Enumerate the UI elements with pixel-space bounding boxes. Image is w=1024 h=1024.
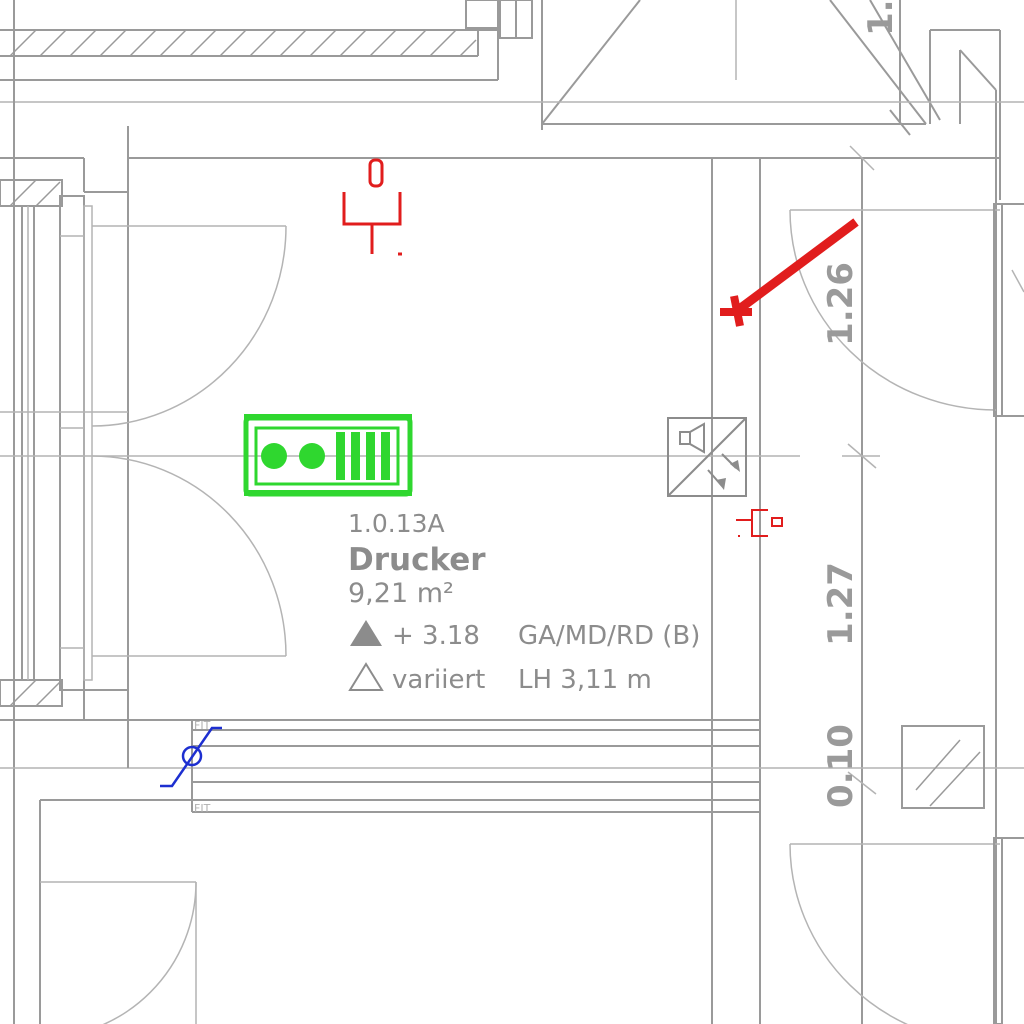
- level-top-icon: [350, 620, 382, 646]
- room-area: 9,21 m²: [348, 578, 454, 609]
- left-window: [0, 0, 128, 1024]
- dimension-1-27: 1.27: [821, 562, 861, 646]
- printer-symbol-icon: [243, 414, 413, 497]
- dimension-top-partial: 1.0: [861, 0, 901, 36]
- level-bottom-icon: [348, 662, 384, 691]
- room-walls: [0, 101, 1024, 720]
- room-finish-code: GA/MD/RD (B): [518, 621, 700, 651]
- fit-marker-top: FIT: [194, 719, 211, 732]
- lower-band: [0, 719, 1024, 1024]
- dimension-1-26: 1.26: [821, 262, 861, 346]
- room-name: Drucker: [348, 542, 486, 578]
- floor-plan: FIT FIT 1.0 1.26 1.27 0.10 1.0.13A Druck…: [0, 0, 1024, 1024]
- stair-shaft-top: [541, 0, 1001, 1024]
- dimension-0-10: 0.10: [821, 724, 861, 808]
- speaker-symbol-icon: [667, 417, 747, 497]
- top-wall: [0, 0, 533, 81]
- room-level-bottom: variiert: [392, 665, 485, 695]
- room-level-top: + 3.18: [392, 621, 480, 651]
- right-door-lower: [789, 837, 1024, 1024]
- socket-icon: [342, 158, 402, 256]
- shaft-box: [901, 725, 985, 809]
- fit-marker-bottom: FIT: [194, 802, 211, 815]
- room-number: 1.0.13A: [348, 509, 445, 538]
- room-clear-height: LH 3,11 m: [518, 665, 652, 695]
- bottom-left-door: [40, 881, 197, 1024]
- room-label: 1.0.13A Drucker 9,21 m² + 3.18 GA/MD/RD …: [348, 509, 700, 695]
